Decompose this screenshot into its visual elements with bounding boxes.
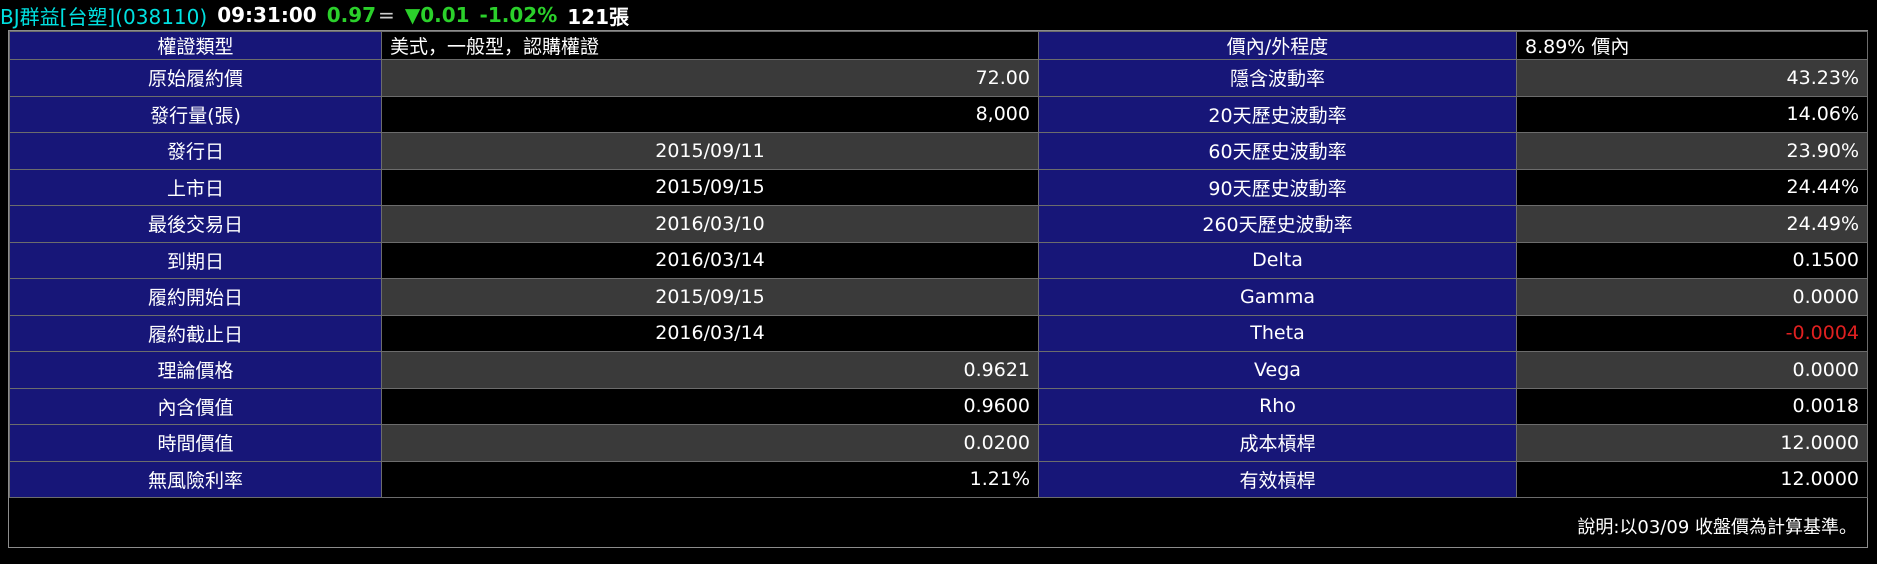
field-value: 23.90% [1516, 132, 1868, 170]
flat-mark: = [378, 3, 395, 27]
field-label: 價內/外程度 [1038, 31, 1517, 60]
table-row: 履約開始日 2015/09/15 Gamma 0.0000 [9, 278, 1868, 316]
field-label: 發行量(張) [9, 95, 382, 133]
field-value: 0.1500 [1516, 241, 1868, 279]
field-label: 成本槓桿 [1038, 424, 1517, 462]
warrant-info-table: 權證類型 美式，一般型，認購權證 價內/外程度 8.89% 價內 原始履約價 72.00 隱… [9, 31, 1868, 498]
field-label: Rho [1038, 387, 1517, 425]
price-change: ▼0.01 [404, 3, 470, 27]
field-label: 發行日 [9, 132, 382, 170]
field-label: 原始履約價 [9, 59, 382, 97]
field-label: 20天歷史波動率 [1038, 95, 1517, 133]
field-value: -0.0004 [1516, 314, 1868, 352]
table-row: 內含價值 0.9600 Rho 0.0018 [9, 387, 1868, 425]
field-value: 14.06% [1516, 95, 1868, 133]
table-row: 發行量(張) 8,000 20天歷史波動率 14.06% [9, 95, 1868, 133]
field-value: 美式，一般型，認購權證 [381, 31, 1039, 60]
field-value: 2016/03/10 [381, 205, 1039, 243]
field-label: 理論價格 [9, 351, 382, 389]
field-value: 8.89% 價內 [1516, 31, 1868, 60]
field-value: 24.49% [1516, 205, 1868, 243]
field-label: 無風險利率 [9, 460, 382, 498]
field-label: 260天歷史波動率 [1038, 205, 1517, 243]
table-row: 原始履約價 72.00 隱含波動率 43.23% [9, 59, 1868, 97]
field-label: 90天歷史波動率 [1038, 168, 1517, 206]
table-row: 權證類型 美式，一般型，認購權證 價內/外程度 8.89% 價內 [9, 31, 1868, 60]
field-value: 2015/09/15 [381, 278, 1039, 316]
table-row: 上市日 2015/09/15 90天歷史波動率 24.44% [9, 168, 1868, 206]
field-value: 12.0000 [1516, 460, 1868, 498]
field-label: 上市日 [9, 168, 382, 206]
field-value: 0.9621 [381, 351, 1039, 389]
field-value: 0.0200 [381, 424, 1039, 462]
field-label: Theta [1038, 314, 1517, 352]
field-label: Gamma [1038, 278, 1517, 316]
field-label: 履約截止日 [9, 314, 382, 352]
field-value: 0.0000 [1516, 278, 1868, 316]
table-row: 無風險利率 1.21% 有效槓桿 12.0000 [9, 460, 1868, 498]
field-value: 0.0018 [1516, 387, 1868, 425]
field-label: 時間價值 [9, 424, 382, 462]
field-value: 2015/09/15 [381, 168, 1039, 206]
quote-ticker-bar: BJ群益[台塑](038110) 09:31:00 0.97 = ▼0.01 -… [0, 0, 1877, 30]
field-value: 12.0000 [1516, 424, 1868, 462]
trade-volume: 121張 [567, 4, 629, 29]
last-price: 0.97 [326, 3, 377, 27]
table-row: 時間價值 0.0200 成本槓桿 12.0000 [9, 424, 1868, 462]
field-value: 1.21% [381, 460, 1039, 498]
table-row: 理論價格 0.9621 Vega 0.0000 [9, 351, 1868, 389]
field-label: 最後交易日 [9, 205, 382, 243]
field-label: 隱含波動率 [1038, 59, 1517, 97]
field-value: 2016/03/14 [381, 241, 1039, 279]
warrant-name[interactable]: BJ群益[台塑](038110) [0, 1, 207, 30]
field-value: 0.0000 [1516, 351, 1868, 389]
field-label: 權證類型 [9, 31, 382, 60]
table-row: 最後交易日 2016/03/10 260天歷史波動率 24.49% [9, 205, 1868, 243]
field-value: 8,000 [381, 95, 1039, 133]
field-label: 有效槓桿 [1038, 460, 1517, 498]
field-label: 內含價值 [9, 387, 382, 425]
field-label: Delta [1038, 241, 1517, 279]
field-label: Vega [1038, 351, 1517, 389]
price-change-percent: -1.02% [479, 3, 558, 27]
field-label: 到期日 [9, 241, 382, 279]
table-row: 到期日 2016/03/14 Delta 0.1500 [9, 241, 1868, 279]
field-value: 0.9600 [381, 387, 1039, 425]
field-value: 24.44% [1516, 168, 1868, 206]
field-label: 60天歷史波動率 [1038, 132, 1517, 170]
table-row: 發行日 2015/09/11 60天歷史波動率 23.90% [9, 132, 1868, 170]
field-label: 履約開始日 [9, 278, 382, 316]
quote-time: 09:31:00 [217, 3, 317, 27]
table-row: 履約截止日 2016/03/14 Theta -0.0004 [9, 314, 1868, 352]
calculation-basis-note: 說明:以03/09 收盤價為計算基準。 [1577, 517, 1857, 538]
field-value: 72.00 [381, 59, 1039, 97]
field-value: 2016/03/14 [381, 314, 1039, 352]
warrant-info-panel: 權證類型 美式，一般型，認購權證 價內/外程度 8.89% 價內 原始履約價 72.00 隱… [8, 30, 1868, 548]
field-value: 2015/09/11 [381, 132, 1039, 170]
field-value: 43.23% [1516, 59, 1868, 97]
